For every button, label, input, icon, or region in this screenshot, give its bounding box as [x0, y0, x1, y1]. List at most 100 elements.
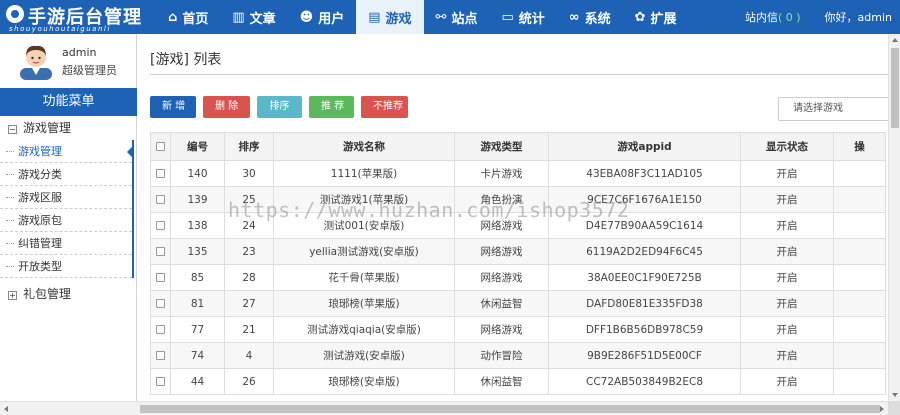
- cell-id: 77: [170, 316, 225, 343]
- table-row[interactable]: 81 27 琅琊榜(苹果版) 休闲益智 DAFD80E81E335FD38 开启: [150, 290, 886, 317]
- scroll-right-icon[interactable]: [880, 406, 884, 412]
- nav-item-2[interactable]: ☻ 用户: [288, 0, 357, 34]
- cell-type: 休闲益智: [454, 368, 549, 395]
- sidebar-item-2[interactable]: 游戏区服: [0, 186, 132, 209]
- nav-item-5[interactable]: ▭ 统计: [489, 0, 556, 34]
- collapse-icon[interactable]: −: [8, 125, 17, 134]
- share-icon: ⚯: [435, 9, 447, 25]
- cell-name: 琅琊榜(安卓版): [273, 368, 455, 395]
- nav-label: 文章: [249, 11, 276, 27]
- row-select-cell[interactable]: [150, 290, 171, 317]
- app-logo[interactable]: 手游后台管理 shouyouhoutaiguanli: [6, 3, 156, 33]
- table-row[interactable]: 140 30 1111(苹果版) 卡片游戏 43EBA08F3C11AD105 开启: [150, 160, 886, 187]
- scroll-up-icon[interactable]: [892, 38, 898, 42]
- game-select[interactable]: 请选择游戏: [778, 97, 888, 121]
- logo-icon: [6, 5, 24, 23]
- nav-item-6[interactable]: ∞ 系统: [557, 0, 623, 34]
- table-row[interactable]: 74 4 测试游戏(安卓版) 动作冒险 9B9E286F51D5E00CF 开启: [150, 342, 886, 369]
- sort-button[interactable]: 排序: [257, 96, 302, 118]
- row-checkbox[interactable]: [156, 325, 165, 334]
- user-greeting[interactable]: 你好，admin: [825, 9, 892, 25]
- row-select-cell[interactable]: [150, 316, 171, 343]
- row-checkbox[interactable]: [156, 299, 165, 308]
- table-row[interactable]: 85 28 花千骨(苹果版) 网络游戏 38A0EE0C1F90E725B 开启: [150, 264, 886, 291]
- cell-actions: [833, 160, 886, 187]
- select-all-checkbox[interactable]: [156, 142, 165, 151]
- row-select-cell[interactable]: [150, 238, 171, 265]
- cell-actions: [833, 212, 886, 239]
- nav-label: 扩展: [650, 11, 677, 27]
- nav-item-0[interactable]: ⌂ 首页: [156, 0, 220, 34]
- vertical-scrollbar[interactable]: [888, 34, 900, 401]
- top-right-info: 站内信 ( 0 ) 你好，admin: [745, 0, 892, 34]
- menu-group-gift[interactable]: + 礼包管理: [0, 282, 137, 306]
- inbox-count[interactable]: ( 0 ): [778, 11, 801, 24]
- user-icon: ☻: [299, 9, 314, 25]
- row-checkbox[interactable]: [156, 377, 165, 386]
- row-select-cell[interactable]: [150, 186, 171, 213]
- horizontal-scroll-thumb[interactable]: [140, 405, 880, 413]
- column-header-appid[interactable]: 游戏appid: [548, 132, 741, 161]
- table-row[interactable]: 138 24 测试001(安卓版) 网络游戏 D4E77B90AA59C1614 开启: [150, 212, 886, 239]
- sidebar-item-5[interactable]: 开放类型: [0, 255, 132, 278]
- menu-group-game[interactable]: − 游戏管理: [0, 116, 137, 140]
- cell-id: 85: [170, 264, 225, 291]
- cell-sort: 21: [224, 316, 274, 343]
- menu-group-label: 礼包管理: [23, 287, 72, 301]
- sidebar-item-3[interactable]: 游戏原包: [0, 209, 132, 232]
- table-row[interactable]: 135 23 yellia测试游戏(安卓版) 网络游戏 6119A2D2ED94F6C4…: [150, 238, 886, 265]
- cell-appid: 38A0EE0C1F90E725B: [548, 264, 741, 291]
- scroll-left-icon[interactable]: [4, 406, 8, 412]
- sidebar-item-4[interactable]: 纠错管理: [0, 232, 132, 255]
- horizontal-scrollbar[interactable]: [0, 401, 888, 415]
- cell-actions: [833, 264, 886, 291]
- row-select-cell[interactable]: [150, 342, 171, 369]
- table-row[interactable]: 44 26 琅琊榜(安卓版) 休闲益智 CC72AB503849B2EC8 开启: [150, 368, 886, 395]
- nav-item-3[interactable]: ▤ 游戏: [356, 0, 424, 34]
- expand-icon[interactable]: +: [8, 291, 17, 300]
- row-select-cell[interactable]: [150, 160, 171, 187]
- table-body: 140 30 1111(苹果版) 卡片游戏 43EBA08F3C11AD105 开启 139…: [150, 160, 886, 395]
- toolbar: 新 增 删 除 排序 推 荐 不推荐: [150, 96, 415, 118]
- cell-appid: 6119A2D2ED94F6C45: [548, 238, 741, 265]
- column-header-id[interactable]: 编号: [170, 132, 225, 161]
- vertical-scroll-thumb[interactable]: [891, 48, 899, 128]
- sidebar: admin 超级管理员 功能菜单 − 游戏管理 游戏管理 游戏分类 游戏区服 游戏原包纠…: [0, 34, 137, 415]
- nav-label: 系统: [584, 11, 611, 27]
- column-header-status[interactable]: 显示状态: [740, 132, 834, 161]
- cell-name: 测试游戏qiaqia(安卓版): [273, 316, 455, 343]
- row-checkbox[interactable]: [156, 351, 165, 360]
- row-checkbox[interactable]: [156, 195, 165, 204]
- table-row[interactable]: 139 25 测试游戏1(苹果版) 角色扮演 9CE7C6F1676A1E150 开启: [150, 186, 886, 213]
- cell-type: 卡片游戏: [454, 160, 549, 187]
- sidebar-item-0[interactable]: 游戏管理: [0, 140, 134, 163]
- column-header-sort[interactable]: 排序: [224, 132, 274, 161]
- cell-id: 139: [170, 186, 225, 213]
- sidebar-item-1[interactable]: 游戏分类: [0, 163, 132, 186]
- nav-item-7[interactable]: ✿ 扩展: [623, 0, 689, 34]
- column-header-name[interactable]: 游戏名称: [273, 132, 455, 161]
- unrecommend-button[interactable]: 不推荐: [361, 96, 408, 118]
- row-select-cell[interactable]: [150, 264, 171, 291]
- recommend-button[interactable]: 推 荐: [309, 96, 354, 118]
- add-button[interactable]: 新 增: [150, 96, 196, 118]
- nav-item-1[interactable]: ▥ 文章: [220, 0, 287, 34]
- cell-appid: D4E77B90AA59C1614: [548, 212, 741, 239]
- scroll-down-icon[interactable]: [892, 393, 898, 397]
- select-all-cell[interactable]: [150, 132, 171, 161]
- row-checkbox[interactable]: [156, 273, 165, 282]
- row-checkbox[interactable]: [156, 221, 165, 230]
- row-select-cell[interactable]: [150, 368, 171, 395]
- row-checkbox[interactable]: [156, 247, 165, 256]
- row-checkbox[interactable]: [156, 169, 165, 178]
- title-divider: [150, 74, 888, 75]
- column-header-type[interactable]: 游戏类型: [454, 132, 549, 161]
- monitor-icon: ▭: [501, 9, 514, 25]
- delete-button[interactable]: 删 除: [203, 96, 250, 118]
- inbox-link[interactable]: 站内信: [745, 9, 778, 25]
- table-row[interactable]: 77 21 测试游戏qiaqia(安卓版) 网络游戏 DFF1B6B56DB978C59…: [150, 316, 886, 343]
- main-nav: ⌂ 首页 ▥ 文章 ☻ 用户 ▤ 游戏 ⚯ 站点 ▭ 统计 ∞ 系统 ✿ 扩展: [156, 0, 689, 34]
- row-select-cell[interactable]: [150, 212, 171, 239]
- nav-item-4[interactable]: ⚯ 站点: [424, 0, 490, 34]
- cell-type: 角色扮演: [454, 186, 549, 213]
